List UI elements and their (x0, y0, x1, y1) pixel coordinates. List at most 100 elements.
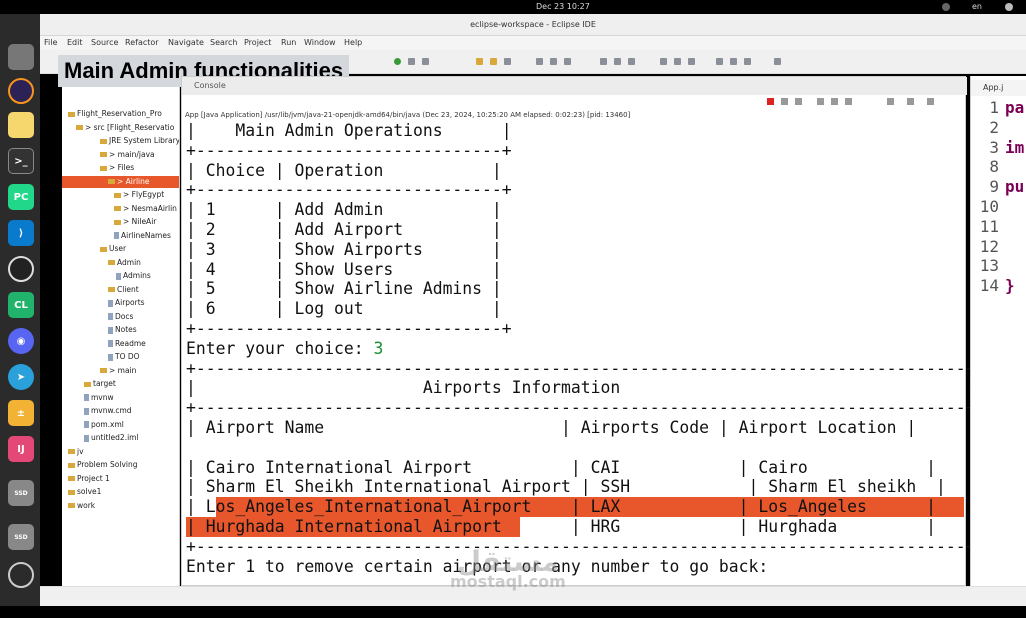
explorer-item[interactable]: solve1 (68, 486, 101, 498)
explorer-item-label: AirlineNames (121, 230, 171, 240)
last-edit-icon[interactable] (628, 58, 635, 65)
text-editor-icon[interactable] (8, 112, 34, 138)
open-console-icon[interactable] (907, 98, 914, 105)
explorer-item[interactable]: Notes (108, 324, 137, 336)
intellij-icon[interactable]: IJ (8, 436, 34, 462)
explorer-item[interactable]: JRE System Library (100, 135, 179, 147)
calculator-icon[interactable]: ± (8, 400, 34, 426)
explorer-item-label: Airports (115, 298, 145, 307)
display-console-icon[interactable] (887, 98, 894, 105)
forward-icon[interactable] (674, 58, 681, 65)
folder-icon (100, 165, 107, 171)
explorer-item[interactable]: Project 1 (68, 473, 110, 485)
remove-all-icon[interactable] (795, 98, 802, 105)
pin-console-icon[interactable] (845, 98, 852, 105)
console-line: | 4 | Show Users | (186, 260, 502, 280)
explorer-item[interactable]: > main/java (100, 149, 155, 161)
explorer-item[interactable]: Flight_Reservation_Pro (68, 108, 162, 120)
remove-launch-icon[interactable] (781, 98, 788, 105)
menu-run[interactable]: Run (281, 38, 296, 47)
toggle-icon[interactable] (564, 58, 571, 65)
explorer-item[interactable]: Client (108, 284, 139, 296)
language-indicator[interactable]: en (972, 2, 982, 11)
menu-navigate[interactable]: Navigate (168, 38, 204, 47)
disk-icon[interactable]: SSD (8, 524, 34, 550)
annotation-icon[interactable] (550, 58, 557, 65)
clion-icon[interactable]: CL (8, 292, 34, 318)
line-number: 12 (979, 236, 999, 256)
explorer-item[interactable]: pom.xml (84, 419, 124, 431)
pycharm-icon[interactable]: PC (8, 184, 34, 210)
nav-back-icon[interactable] (716, 58, 723, 65)
telegram-icon[interactable]: ➤ (8, 364, 34, 390)
editor-line: 14} (971, 276, 1026, 296)
explorer-item[interactable]: > main (100, 365, 136, 377)
vscode-icon[interactable]: ⟩ (8, 220, 34, 246)
explorer-item[interactable]: Admin (108, 257, 141, 269)
explorer-item[interactable]: > NileAir (114, 216, 156, 228)
line-number: 2 (989, 117, 999, 137)
eclipse-icon[interactable] (8, 78, 34, 104)
nav-history-icon[interactable] (744, 58, 751, 65)
console-view: Console App [Java Application] /usr/lib/… (181, 76, 975, 586)
explorer-item[interactable]: > FlyEgypt (114, 189, 164, 201)
explorer-item-label: solve1 (77, 487, 102, 496)
run-icon[interactable] (394, 58, 401, 65)
menu-window[interactable]: Window (304, 38, 336, 47)
open-type-icon[interactable] (504, 58, 511, 65)
explorer-item[interactable]: Readme (108, 338, 146, 350)
editor-tab[interactable]: App.j (971, 80, 1026, 96)
console-tab[interactable]: Console (182, 77, 967, 95)
view-menu-icon[interactable] (927, 98, 934, 105)
pin-icon[interactable] (688, 58, 695, 65)
prev-annotation-icon[interactable] (614, 58, 621, 65)
menu-help[interactable]: Help (344, 38, 362, 47)
nav-forward-icon[interactable] (730, 58, 737, 65)
menu-edit[interactable]: Edit (67, 38, 83, 47)
system-clock[interactable]: Dec 23 10:27 (536, 2, 590, 11)
explorer-item[interactable]: work (68, 500, 95, 512)
new-package-icon[interactable] (476, 58, 483, 65)
coverage-icon[interactable] (422, 58, 429, 65)
terminal-icon[interactable]: >_ (8, 148, 34, 174)
obs-icon[interactable] (8, 256, 34, 282)
scroll-lock-icon[interactable] (817, 98, 824, 105)
app-grid-icon[interactable] (8, 562, 34, 588)
next-annotation-icon[interactable] (600, 58, 607, 65)
menu-source[interactable]: Source (91, 38, 118, 47)
new-class-icon[interactable] (490, 58, 497, 65)
explorer-item[interactable]: Problem Solving (68, 459, 138, 471)
explorer-item[interactable]: mvnw.cmd (84, 405, 132, 417)
file-icon (108, 340, 113, 347)
explorer-item[interactable]: Airports (108, 297, 145, 309)
power-icon[interactable] (1005, 3, 1013, 11)
explorer-item[interactable]: > NesmaAirlin (114, 203, 177, 215)
menu-file[interactable]: File (44, 38, 57, 47)
explorer-item[interactable]: target (84, 378, 116, 390)
explorer-item[interactable]: Admins (116, 270, 151, 282)
disk-icon[interactable]: SSD (8, 480, 34, 506)
explorer-item[interactable]: jv (68, 446, 84, 458)
explorer-item[interactable]: > Airline (62, 175, 179, 188)
terminate-icon[interactable] (767, 98, 774, 105)
menu-search[interactable]: Search (210, 38, 237, 47)
explorer-item[interactable]: User (100, 243, 126, 255)
search-icon[interactable] (536, 58, 543, 65)
menu-refactor[interactable]: Refactor (125, 38, 159, 47)
explorer-item[interactable]: TO DO (108, 351, 140, 363)
discord-icon[interactable]: ◉ (8, 328, 34, 354)
perspective-icon[interactable] (774, 58, 781, 65)
back-icon[interactable] (660, 58, 667, 65)
word-wrap-icon[interactable] (831, 98, 838, 105)
debug-icon[interactable] (408, 58, 415, 65)
explorer-item[interactable]: > src [Flight_Reservatio (76, 122, 174, 134)
code-editor[interactable]: App.j 1 pa 2 3 im 8 9 pu 10 11 12 13 14} (970, 76, 1026, 586)
explorer-item[interactable]: untitled2.iml (84, 432, 139, 444)
menu-project[interactable]: Project (244, 38, 271, 47)
explorer-item[interactable]: > Files (100, 162, 134, 174)
file-manager-icon[interactable] (8, 44, 34, 70)
explorer-item[interactable]: AirlineNames (114, 230, 171, 242)
explorer-item[interactable]: mvnw (84, 392, 114, 404)
explorer-item[interactable]: Docs (108, 311, 133, 323)
console-output[interactable]: | Main Admin Operations | +--------------… (186, 121, 975, 581)
